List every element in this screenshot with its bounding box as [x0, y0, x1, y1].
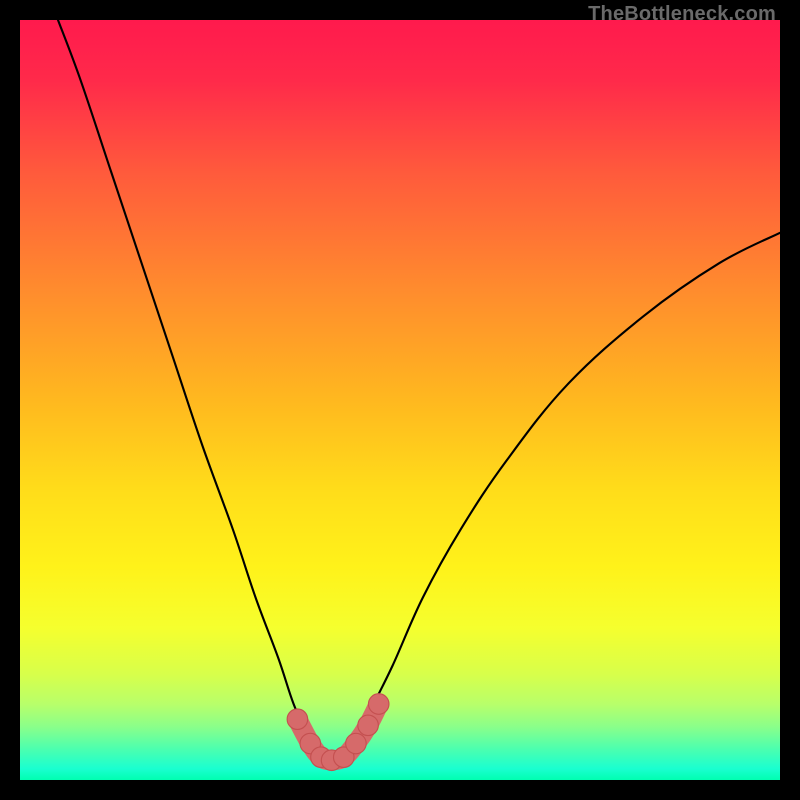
trough-marker: [358, 715, 379, 736]
curve-layer: [20, 20, 780, 780]
watermark-text: TheBottleneck.com: [588, 3, 776, 26]
trough-marker: [287, 709, 308, 730]
trough-marker: [346, 733, 367, 754]
trough-marker: [368, 694, 389, 715]
plot-area: [20, 20, 780, 780]
bottleneck-curve: [58, 20, 780, 760]
chart-container: TheBottleneck.com: [0, 0, 800, 800]
